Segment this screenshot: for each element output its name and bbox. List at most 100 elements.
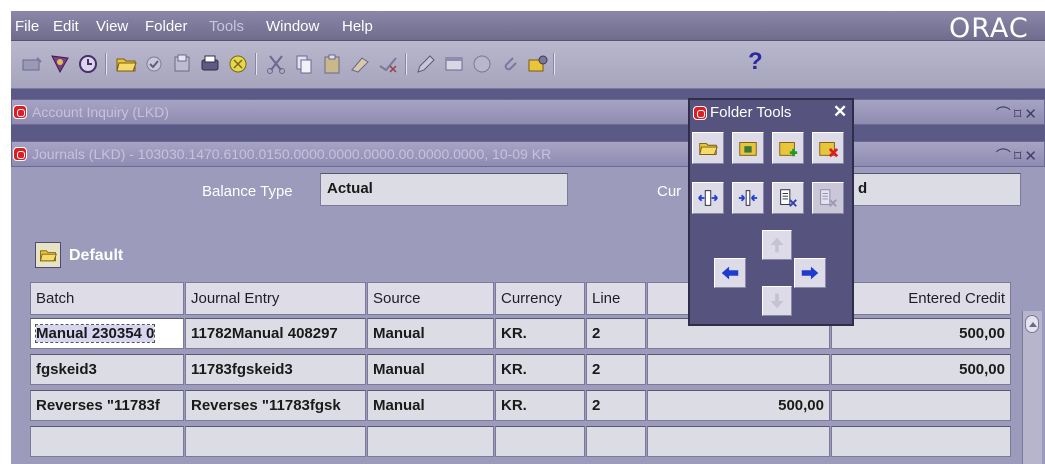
translations-icon[interactable] — [469, 51, 495, 77]
move-up-button[interactable] — [762, 230, 792, 260]
account-inquiry-title: Account Inquiry (LKD) — [32, 104, 169, 120]
table-cell-source[interactable]: Manual — [367, 318, 494, 349]
zoom-icon[interactable] — [225, 51, 251, 77]
oracle-window-icon — [13, 147, 27, 161]
table-cell-batch[interactable]: Reverses "11783f — [30, 390, 184, 421]
oracle-logo: ORAC — [949, 13, 1029, 44]
folder-tools-icon[interactable] — [525, 51, 551, 77]
widen-field-icon — [698, 190, 718, 206]
save-folder-button[interactable] — [732, 132, 764, 164]
table-cell-entered-credit[interactable] — [831, 390, 1011, 421]
navigator-icon[interactable] — [47, 51, 73, 77]
vertical-scrollbar[interactable] — [1022, 311, 1042, 464]
table-cell-entered-debit[interactable] — [647, 426, 830, 457]
shrink-field-button[interactable] — [732, 182, 764, 214]
table-cell-line[interactable]: 2 — [586, 318, 646, 349]
close-icon[interactable]: ✕ — [833, 102, 847, 122]
table-cell-batch[interactable]: fgskeid3 — [30, 354, 184, 385]
scroll-up-icon[interactable] — [1025, 315, 1039, 333]
arrow-right-icon — [801, 266, 819, 280]
palette-title: Folder Tools — [710, 104, 792, 121]
new-icon[interactable] — [19, 51, 45, 77]
oracle-window-icon — [13, 105, 27, 119]
table-cell-currency[interactable]: KR. — [495, 390, 585, 421]
toolbar-separator — [105, 53, 107, 75]
column-header-journal-entry[interactable]: Journal Entry — [185, 282, 366, 315]
save-icon[interactable] — [141, 51, 167, 77]
history-icon[interactable] — [75, 51, 101, 77]
menu-help[interactable]: Help — [342, 18, 373, 35]
new-folder-icon — [779, 142, 798, 157]
clear-icon[interactable] — [347, 51, 373, 77]
move-down-button[interactable] — [762, 286, 792, 316]
window-controls[interactable]: ⌒⌑✕ — [996, 145, 1040, 166]
table-cell-batch[interactable] — [30, 426, 184, 457]
folder-tools-palette: Folder Tools ✕ — [688, 98, 854, 326]
table-cell-line[interactable]: 2 — [586, 390, 646, 421]
table-cell-batch[interactable]: Manual 230354 0 — [30, 318, 184, 349]
column-header-line[interactable]: Line — [586, 282, 646, 315]
table-cell-journal-entry[interactable]: Reverses "11783fgsk — [185, 390, 366, 421]
open-folder-icon[interactable] — [113, 51, 139, 77]
table-cell-entered-credit[interactable]: 500,00 — [831, 318, 1011, 349]
table-cell-source[interactable]: Manual — [367, 354, 494, 385]
open-folder-button[interactable] — [692, 132, 724, 164]
table-cell-currency[interactable]: KR. — [495, 354, 585, 385]
menu-window[interactable]: Window — [266, 18, 319, 35]
print-icon[interactable] — [169, 51, 195, 77]
account-inquiry-titlebar[interactable]: Account Inquiry (LKD) ⌒⌑✕ — [11, 99, 1045, 125]
currency-label: Cur — [657, 183, 682, 200]
arrow-left-icon — [721, 266, 739, 280]
window-controls[interactable]: ⌒⌑✕ — [996, 103, 1040, 124]
copy-icon[interactable] — [291, 51, 317, 77]
table-cell-line[interactable] — [586, 426, 646, 457]
table-cell-source[interactable]: Manual — [367, 390, 494, 421]
table-cell-entered-debit[interactable]: 500,00 — [647, 390, 830, 421]
new-folder-button[interactable] — [772, 132, 804, 164]
menu-edit[interactable]: Edit — [53, 18, 79, 35]
table-cell-entered-credit[interactable] — [831, 426, 1011, 457]
table-cell-journal-entry[interactable]: 11782Manual 408297 — [185, 318, 366, 349]
open-folder-icon — [699, 142, 718, 155]
widen-field-button[interactable] — [692, 182, 724, 214]
move-right-button[interactable] — [794, 258, 826, 288]
table-cell-entered-credit[interactable]: 500,00 — [831, 354, 1011, 385]
hide-field-icon — [780, 189, 797, 207]
column-header-batch[interactable]: Batch — [30, 282, 184, 315]
print-setup-icon[interactable] — [197, 51, 223, 77]
menu-file[interactable]: File — [15, 18, 39, 35]
help-icon[interactable]: ? — [748, 48, 763, 76]
table-cell-currency[interactable] — [495, 426, 585, 457]
table-cell-journal-entry[interactable]: 11783fgskeid3 — [185, 354, 366, 385]
column-header-entered-credit[interactable]: Entered Credit — [831, 282, 1011, 315]
paste-icon[interactable] — [319, 51, 345, 77]
oracle-window-icon — [693, 106, 707, 120]
currency-field[interactable]: d — [851, 173, 1021, 206]
edit-field-icon[interactable] — [413, 51, 439, 77]
delete-folder-button[interactable] — [812, 132, 844, 164]
table-cell-source[interactable] — [367, 426, 494, 457]
window-icon[interactable] — [441, 51, 467, 77]
move-left-button[interactable] — [714, 258, 746, 288]
cut-icon[interactable] — [263, 51, 289, 77]
toolbar-separator — [405, 53, 407, 75]
show-field-button[interactable] — [812, 182, 844, 214]
delete-icon[interactable] — [375, 51, 401, 77]
hide-field-button[interactable] — [772, 182, 804, 214]
table-cell-currency[interactable]: KR. — [495, 318, 585, 349]
menu-view[interactable]: View — [96, 18, 128, 35]
table-cell-entered-debit[interactable] — [647, 354, 830, 385]
attachments-icon[interactable] — [497, 51, 523, 77]
menu-folder[interactable]: Folder — [145, 18, 188, 35]
table-cell-line[interactable]: 2 — [586, 354, 646, 385]
folder-open-button[interactable] — [35, 242, 61, 268]
column-header-source[interactable]: Source — [367, 282, 494, 315]
palette-titlebar[interactable]: Folder Tools ✕ — [690, 100, 852, 126]
column-header-currency[interactable]: Currency — [495, 282, 585, 315]
journals-titlebar[interactable]: Journals (LKD) - 103030.1470.6100.0150.0… — [11, 141, 1045, 167]
table-cell-journal-entry[interactable] — [185, 426, 366, 457]
arrow-down-icon — [770, 293, 784, 309]
menu-tools[interactable]: Tools — [209, 18, 244, 35]
balance-type-field[interactable]: Actual — [320, 173, 568, 206]
shrink-field-icon — [738, 190, 758, 206]
